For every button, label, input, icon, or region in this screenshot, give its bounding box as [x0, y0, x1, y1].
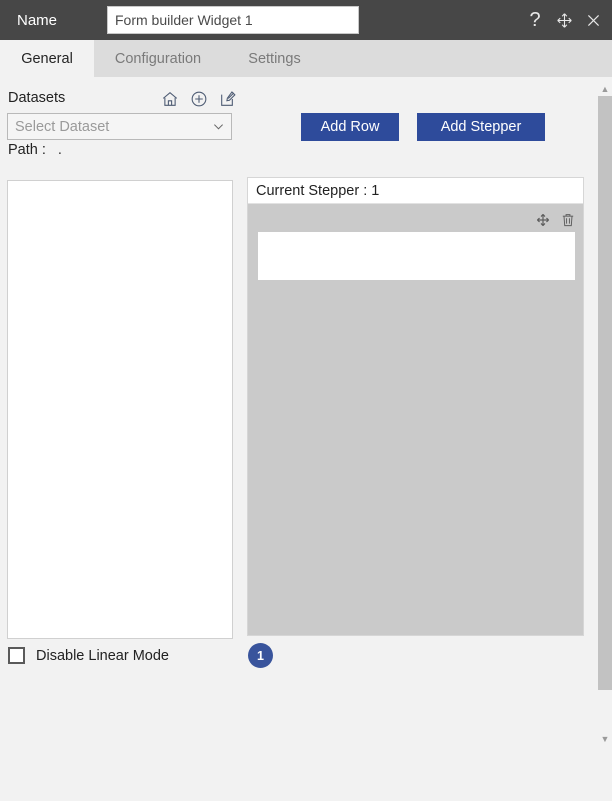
dataset-select-placeholder: Select Dataset	[15, 118, 110, 135]
stepper-canvas[interactable]	[248, 204, 583, 635]
scrollbar-thumb[interactable]	[598, 96, 612, 690]
row-toolbar	[534, 211, 576, 228]
chevron-down-icon	[205, 119, 231, 134]
path-row: Path : .	[8, 142, 62, 158]
action-button-group: Add Row Add Stepper	[301, 113, 545, 141]
home-icon[interactable]	[160, 89, 179, 108]
widget-name-input[interactable]	[107, 6, 359, 34]
form-row[interactable]	[258, 232, 575, 280]
dataset-select[interactable]: Select Dataset	[7, 113, 232, 140]
edit-pencil-icon[interactable]	[218, 89, 237, 108]
path-label: Path :	[8, 142, 46, 158]
help-icon[interactable]: ?	[524, 9, 546, 31]
dataset-tree-panel[interactable]	[7, 180, 233, 639]
delete-trash-icon[interactable]	[559, 211, 576, 228]
tab-bar: General Configuration Settings	[0, 40, 612, 77]
title-bar: Name ?	[0, 0, 612, 40]
vertical-scrollbar[interactable]: ▲ ▼	[598, 77, 612, 801]
name-label: Name	[17, 11, 58, 29]
disable-linear-mode-checkbox[interactable]	[8, 647, 25, 664]
add-row-button[interactable]: Add Row	[301, 113, 399, 141]
stepper-panel: Current Stepper : 1	[247, 177, 584, 636]
disable-linear-mode-row[interactable]: Disable Linear Mode	[8, 647, 169, 664]
path-value: .	[57, 142, 62, 158]
close-x-icon[interactable]	[582, 9, 604, 31]
disable-linear-mode-label: Disable Linear Mode	[36, 647, 169, 664]
tab-configuration[interactable]: Configuration	[94, 40, 222, 77]
stepper-index-badge[interactable]: 1	[248, 643, 273, 668]
move-arrows-icon[interactable]	[534, 211, 551, 228]
scroll-up-arrow-icon[interactable]: ▲	[598, 82, 612, 96]
current-stepper-header: Current Stepper : 1	[248, 178, 583, 204]
tab-settings[interactable]: Settings	[222, 40, 327, 77]
add-stepper-button[interactable]: Add Stepper	[417, 113, 545, 141]
move-arrows-icon[interactable]	[553, 9, 575, 31]
main-content: Datasets Select Dataset Path: . Add Row…	[0, 77, 598, 801]
datasets-label: Datasets	[8, 90, 66, 106]
datasets-icon-group	[160, 89, 237, 108]
add-circle-icon[interactable]	[189, 89, 208, 108]
title-bar-icons: ?	[524, 0, 604, 40]
scroll-down-arrow-icon[interactable]: ▼	[598, 732, 612, 746]
tab-general[interactable]: General	[0, 40, 94, 77]
